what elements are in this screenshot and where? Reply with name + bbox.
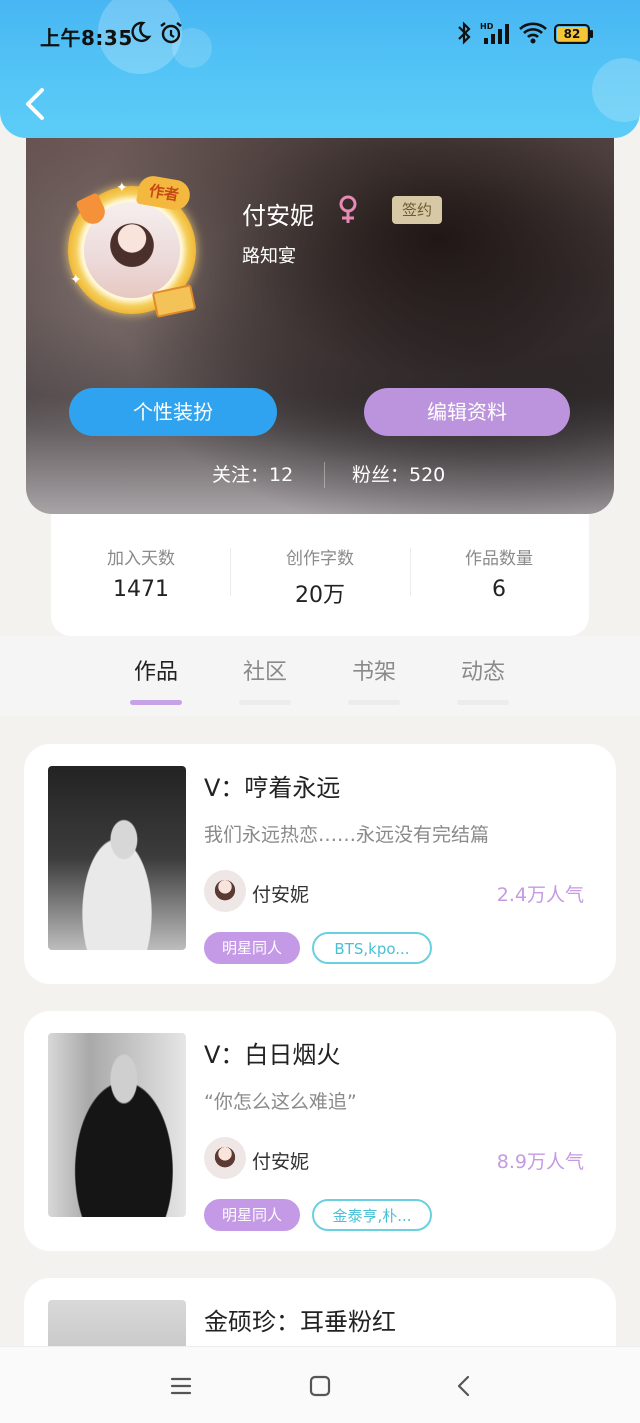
- moon-icon: [131, 21, 152, 43]
- system-nav-bar: [0, 1346, 640, 1423]
- following-count[interactable]: 关注：12: [212, 460, 293, 487]
- tab-indicator: [239, 700, 291, 705]
- battery-level: 82: [557, 27, 587, 41]
- pen-name: 路知宴: [242, 246, 296, 267]
- tab-indicator: [457, 700, 509, 705]
- work-cover[interactable]: [48, 1033, 186, 1217]
- status-time: 上午8:35: [40, 26, 133, 50]
- sparkle-icon: ✦: [116, 180, 128, 196]
- stat-value: 20万: [295, 583, 345, 608]
- bluetooth-icon: [458, 21, 471, 45]
- dress-up-button[interactable]: 个性装扮: [69, 388, 277, 436]
- work-title: V：哼着永远: [204, 774, 341, 802]
- divider: [324, 462, 325, 488]
- popularity-count: 8.9万人气: [496, 1151, 584, 1173]
- stat-value: 1471: [113, 577, 169, 602]
- author-avatar: [204, 870, 246, 912]
- tab-indicator: [130, 700, 182, 705]
- tab-indicator: [348, 700, 400, 705]
- home-icon[interactable]: [307, 1373, 333, 1399]
- follow-stats: 关注：12 粉丝：520: [26, 460, 614, 490]
- stat-join-days: 加入天数 1471: [51, 544, 231, 602]
- stat-word-count: 创作字数 20万: [230, 544, 410, 609]
- wifi-icon: [519, 22, 547, 44]
- work-title: V：白日烟火: [204, 1041, 341, 1069]
- tab-activity[interactable]: 动态: [457, 654, 509, 705]
- author-name: 付安妮: [252, 1151, 310, 1173]
- tab-label: 书架: [351, 660, 396, 685]
- tab-works[interactable]: 作品: [130, 654, 182, 705]
- avatar[interactable]: ✦ ✦ 作者: [62, 173, 204, 318]
- menu-icon[interactable]: [168, 1373, 194, 1399]
- work-description: “你怎么这么难追”: [204, 1091, 357, 1113]
- category-tag[interactable]: 明星同人: [204, 932, 300, 964]
- signed-badge: 签约: [392, 196, 442, 224]
- work-author-row: 付安妮 2.4万人气: [204, 870, 584, 914]
- tab-bookshelf[interactable]: 书架: [348, 654, 400, 705]
- work-cover[interactable]: [48, 766, 186, 950]
- tab-label: 社区: [242, 660, 287, 685]
- tab-bar: 作品 社区 书架 动态: [0, 636, 640, 716]
- sparkle-icon: ✦: [70, 272, 82, 288]
- work-title: 金硕珍：耳垂粉红: [204, 1308, 396, 1336]
- edit-profile-button[interactable]: 编辑资料: [364, 388, 570, 436]
- popularity-count: 2.4万人气: [496, 884, 584, 906]
- stats-card: 加入天数 1471 创作字数 20万 作品数量 6: [51, 514, 589, 636]
- top-bar: 上午8:35 HD 82: [0, 0, 640, 138]
- status-bar: 上午8:35 HD 82: [0, 0, 640, 70]
- female-icon: [339, 195, 357, 223]
- work-author-row: 付安妮 8.9万人气: [204, 1137, 584, 1181]
- tab-label: 作品: [133, 660, 178, 685]
- tab-label: 动态: [460, 660, 505, 685]
- work-description: 我们永远热恋……永远没有完结篇: [204, 824, 490, 846]
- stat-works-count: 作品数量 6: [409, 544, 589, 602]
- back-arrow-icon[interactable]: [20, 84, 52, 124]
- tab-community[interactable]: 社区: [239, 654, 291, 705]
- fans-count[interactable]: 粉丝：520: [352, 460, 445, 487]
- topic-tag[interactable]: 金泰亨,朴...: [312, 1199, 432, 1231]
- author-name: 付安妮: [252, 884, 310, 906]
- stat-label: 作品数量: [465, 549, 533, 569]
- topic-tag[interactable]: BTS,kpo...: [312, 932, 432, 964]
- signal-icon: HD: [480, 22, 509, 44]
- back-icon[interactable]: [452, 1373, 478, 1399]
- work-card[interactable]: V：白日烟火 “你怎么这么难追” 付安妮 8.9万人气 明星同人 金泰亨,朴..…: [24, 1011, 616, 1251]
- work-card[interactable]: V：哼着永远 我们永远热恋……永远没有完结篇 付安妮 2.4万人气 明星同人 B…: [24, 744, 616, 984]
- stat-label: 创作字数: [286, 549, 354, 569]
- profile-card: ✦ ✦ 作者 付安妮 签约 路知宴 个性装扮 编辑资料 关注：12 粉丝：520: [26, 120, 614, 514]
- svg-text:HD: HD: [480, 22, 494, 31]
- battery-icon: 82: [554, 24, 593, 44]
- stat-value: 6: [492, 577, 506, 602]
- stat-label: 加入天数: [107, 549, 175, 569]
- alarm-icon: [160, 22, 182, 44]
- category-tag[interactable]: 明星同人: [204, 1199, 300, 1231]
- author-avatar: [204, 1137, 246, 1179]
- user-name: 付安妮: [242, 202, 314, 230]
